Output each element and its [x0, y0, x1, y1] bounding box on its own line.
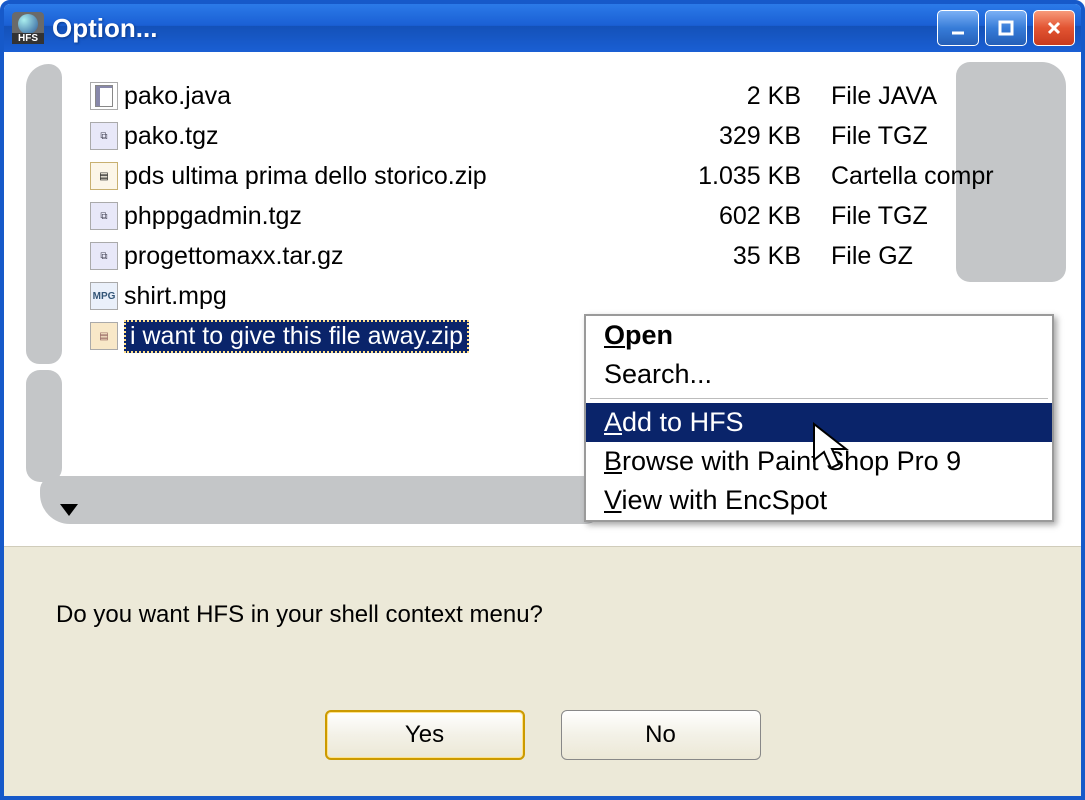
file-name: shirt.mpg: [124, 282, 227, 311]
file-name: progettomaxx.tar.gz: [124, 242, 344, 271]
file-row[interactable]: MPGshirt.mpg: [32, 276, 1071, 316]
file-name: pako.tgz: [124, 122, 219, 151]
content-area: pako.java2 KBFile JAVA⧉pako.tgz329 KBFil…: [4, 52, 1081, 546]
mpg-file-icon: MPG: [90, 282, 118, 310]
dialog-window: HFS Option... pako.java2 KBFile JAVA⧉pak…: [0, 0, 1085, 800]
window-controls: [937, 10, 1075, 46]
dialog-panel: Do you want HFS in your shell context me…: [4, 546, 1081, 796]
dialog-button-row: Yes No: [4, 710, 1081, 760]
dialog-message: Do you want HFS in your shell context me…: [56, 601, 543, 629]
java-file-icon: [90, 82, 118, 110]
file-row[interactable]: ▤pds ultima prima dello storico.zip 1.035…: [32, 156, 1071, 196]
file-row[interactable]: pako.java 2 KBFile JAVA: [32, 76, 1071, 116]
minimize-icon: [948, 18, 968, 38]
zip-file-icon: ▤: [90, 322, 118, 350]
menu-separator: [590, 398, 1048, 399]
file-type: File TGZ: [831, 202, 1071, 231]
file-row[interactable]: ⧉progettomaxx.tar.gz 35 KBFile GZ: [32, 236, 1071, 276]
zipf-file-icon: ▤: [90, 162, 118, 190]
tgz-file-icon: ⧉: [90, 122, 118, 150]
gz-file-icon: ⧉: [90, 242, 118, 270]
close-button[interactable]: [1033, 10, 1075, 46]
minimize-button[interactable]: [937, 10, 979, 46]
menu-item-view-encspot[interactable]: View with EncSpot: [586, 481, 1052, 520]
no-button[interactable]: No: [561, 710, 761, 760]
file-type: File TGZ: [831, 122, 1071, 151]
close-icon: [1044, 18, 1064, 38]
maximize-icon: [996, 18, 1016, 38]
mouse-cursor-icon: [812, 422, 852, 477]
context-menu: Open Search... Add to HFS Browse with Pa…: [584, 314, 1054, 522]
file-type: File JAVA: [831, 82, 1071, 111]
yes-button[interactable]: Yes: [325, 710, 525, 760]
file-row[interactable]: ⧉pako.tgz 329 KBFile TGZ: [32, 116, 1071, 156]
menu-item-open[interactable]: Open: [586, 316, 1052, 355]
file-name: phppgadmin.tgz: [124, 202, 302, 231]
file-name: pds ultima prima dello storico.zip: [124, 162, 487, 191]
file-size: 35 KB: [671, 242, 831, 271]
tgz-file-icon: ⧉: [90, 202, 118, 230]
file-name: i want to give this file away.zip: [124, 320, 469, 353]
file-row[interactable]: ⧉phppgadmin.tgz 602 KBFile TGZ: [32, 196, 1071, 236]
file-size: 602 KB: [671, 202, 831, 231]
dropdown-indicator-icon[interactable]: [60, 504, 78, 523]
hfs-app-icon: HFS: [12, 12, 44, 44]
file-type: Cartella compr: [831, 162, 1071, 191]
file-size: 1.035 KB: [671, 162, 831, 191]
file-type: File GZ: [831, 242, 1071, 271]
app-icon-label: HFS: [12, 33, 44, 44]
titlebar[interactable]: HFS Option...: [4, 4, 1081, 52]
window-title: Option...: [52, 13, 937, 44]
file-size: 2 KB: [671, 82, 831, 111]
menu-item-search[interactable]: Search...: [586, 355, 1052, 394]
file-name: pako.java: [124, 82, 231, 111]
maximize-button[interactable]: [985, 10, 1027, 46]
file-size: 329 KB: [671, 122, 831, 151]
